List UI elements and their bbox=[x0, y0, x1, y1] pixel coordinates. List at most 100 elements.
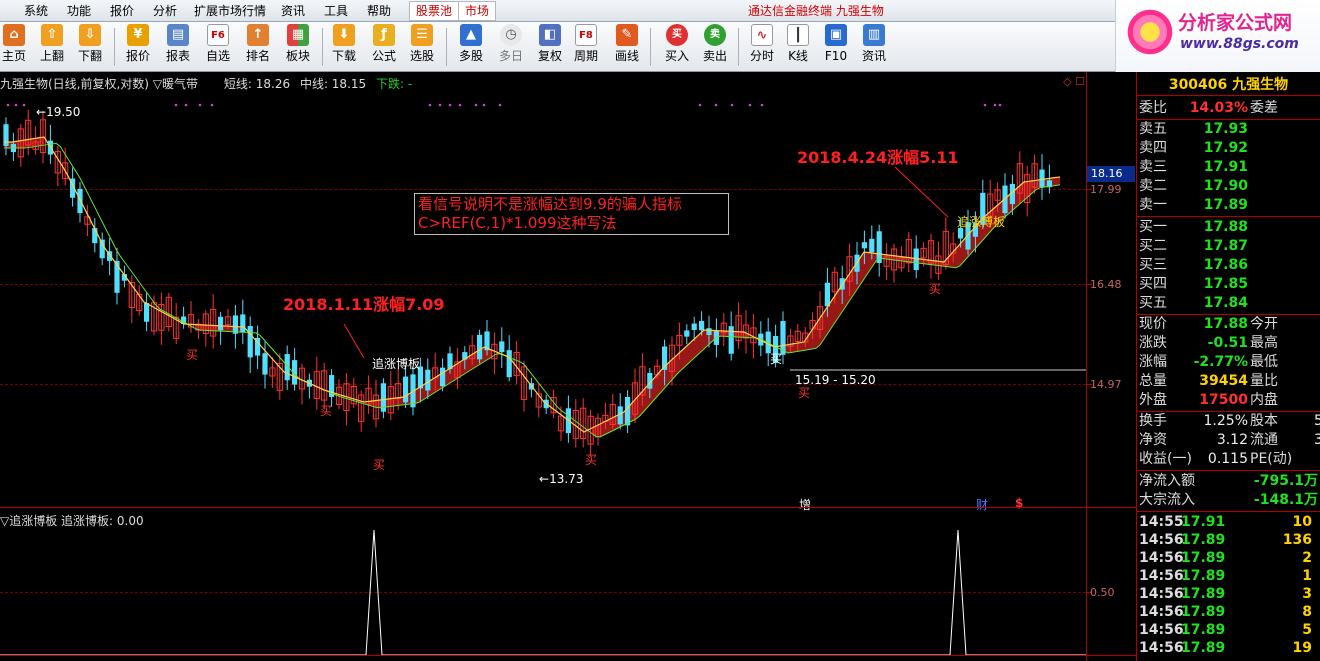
sub-indicator-layer bbox=[0, 529, 1086, 656]
stat-label: 现价 bbox=[1139, 316, 1167, 332]
menu-quote[interactable]: 报价 bbox=[110, 0, 134, 22]
trade-row: 14:56 17.89 1 bbox=[1139, 567, 1320, 586]
intraday-button[interactable]: ∿ 分时 bbox=[742, 24, 782, 68]
stat2-label: 收益(一) bbox=[1139, 451, 1192, 467]
stat-row: 涨跌 -0.51 最高 bbox=[1139, 334, 1320, 353]
multi-stock-button[interactable]: ▲ 多股 bbox=[451, 24, 491, 68]
buy-marker: 买 bbox=[585, 453, 598, 467]
trade-row: 14:56 17.89 136 bbox=[1139, 531, 1320, 550]
trade-price: 17.89 bbox=[1181, 568, 1226, 584]
arrow-down-icon: ⇩ bbox=[79, 24, 101, 46]
candle-body bbox=[77, 188, 83, 214]
toolbar-separator bbox=[114, 28, 115, 66]
candle-body bbox=[262, 353, 268, 375]
f10-button[interactable]: ▣ F10 bbox=[816, 24, 856, 68]
stat-label: 涨跌 bbox=[1139, 335, 1167, 351]
buy-button[interactable]: 买买入 bbox=[657, 24, 697, 68]
trade-time: 14:56 bbox=[1139, 604, 1184, 620]
sector-button[interactable]: ▦ 板块 bbox=[278, 24, 318, 68]
draw-line-button[interactable]: ✎ 画线 bbox=[607, 24, 647, 68]
menu-extended-market[interactable]: 扩展市场行情 bbox=[194, 0, 266, 22]
candle-body bbox=[232, 315, 238, 334]
candle-body bbox=[440, 367, 446, 387]
sell-button[interactable]: 卖卖出 bbox=[695, 24, 735, 68]
menu-news[interactable]: 资讯 bbox=[281, 0, 305, 22]
page-down-button[interactable]: ⇩ 下翻 bbox=[70, 24, 110, 68]
price-axis-line bbox=[1086, 72, 1087, 661]
candle-body bbox=[869, 238, 875, 253]
candle-body bbox=[477, 334, 483, 360]
quote-button[interactable]: ¥ 报价 bbox=[118, 24, 158, 68]
report-button[interactable]: ▤ 报表 bbox=[158, 24, 198, 68]
kline-button[interactable]: ┃ K线 bbox=[778, 24, 818, 68]
stat2-label: 净资 bbox=[1139, 432, 1167, 448]
ask-row: 卖二 17.90 bbox=[1139, 177, 1320, 196]
stock-picker-button[interactable]: ☰ 选股 bbox=[402, 24, 442, 68]
sub-indicator-header[interactable]: ▽追涨博板 追涨博板: 0.00 bbox=[0, 512, 144, 529]
stat2-row: 换手 1.25% 股本 5 bbox=[1139, 412, 1320, 431]
window-title: 通达信金融终端 九强生物 bbox=[748, 4, 884, 18]
page-up-button[interactable]: ⇧ 上翻 bbox=[32, 24, 72, 68]
bid-row: 买五 17.84 bbox=[1139, 294, 1320, 313]
axis-label-low: 14.97 bbox=[1090, 378, 1122, 391]
ask-row: 卖三 17.91 bbox=[1139, 158, 1320, 177]
trade-volume: 5 bbox=[1302, 622, 1312, 638]
trade-price: 17.91 bbox=[1181, 514, 1226, 530]
tab-stock-pool[interactable]: 股票池 bbox=[409, 1, 460, 21]
stat2-extra: 3 bbox=[1314, 432, 1320, 448]
period-button[interactable]: F8 周期 bbox=[566, 24, 606, 68]
indicator-label[interactable]: ▽暖气带 bbox=[153, 77, 198, 91]
adjust-button-label: 复权 bbox=[537, 49, 562, 63]
flow-value: -795.1万 bbox=[1253, 473, 1318, 489]
ranking-button[interactable]: ↑ 排名 bbox=[238, 24, 278, 68]
buy-icon: 买 bbox=[666, 24, 688, 46]
ask-label: 卖五 bbox=[1139, 121, 1167, 137]
down-value: 下跌: - bbox=[375, 77, 413, 91]
menu-analysis[interactable]: 分析 bbox=[153, 0, 177, 22]
watchlist-button[interactable]: F6 自选 bbox=[198, 24, 238, 68]
tab-market[interactable]: 市场 bbox=[458, 1, 497, 21]
trade-price: 17.89 bbox=[1181, 604, 1226, 620]
menu-system[interactable]: 系统 bbox=[24, 0, 48, 22]
trade-row: 14:56 17.89 2 bbox=[1139, 549, 1320, 568]
warm-band-layer bbox=[4, 137, 1060, 437]
financial-report-marker[interactable]: 财 bbox=[976, 496, 988, 513]
trade-volume: 2 bbox=[1302, 550, 1312, 566]
formula-button[interactable]: ƒ 公式 bbox=[364, 24, 404, 68]
candle-body bbox=[824, 282, 830, 307]
stat-row: 涨幅 -2.77% 最低 bbox=[1139, 353, 1320, 372]
signal-dot bbox=[428, 103, 432, 107]
candle-body bbox=[144, 302, 150, 322]
flow-row: 大宗流入 -148.1万 bbox=[1139, 491, 1320, 510]
candle-body bbox=[699, 320, 705, 331]
news-button[interactable]: ▥ 资讯 bbox=[854, 24, 894, 68]
high-price-value: 19.50 bbox=[46, 105, 81, 119]
candle-body bbox=[403, 376, 409, 403]
capital-increase-marker[interactable]: 增 bbox=[799, 496, 812, 513]
multi-day-button[interactable]: ◷ 多日 bbox=[491, 24, 531, 68]
ask-price: 17.92 bbox=[1203, 140, 1248, 156]
buy-marker: 买 bbox=[929, 282, 942, 296]
home-button[interactable]: ⌂ 主页 bbox=[0, 24, 34, 68]
stat-label: 外盘 bbox=[1139, 392, 1167, 408]
high-arrow-icon: ← bbox=[36, 105, 47, 119]
menu-help[interactable]: 帮助 bbox=[367, 0, 391, 22]
high-price-label: ←19.50 bbox=[36, 105, 80, 119]
signal-dot bbox=[448, 103, 452, 107]
sector-icon: ▦ bbox=[287, 24, 309, 46]
sell-button-label: 卖出 bbox=[702, 49, 727, 63]
menu-function[interactable]: 功能 bbox=[67, 0, 91, 22]
candle-body bbox=[240, 314, 246, 333]
bid-price: 17.87 bbox=[1203, 238, 1248, 254]
signal-dot bbox=[983, 103, 987, 107]
picker-icon: ☰ bbox=[411, 24, 433, 46]
signal-dot bbox=[198, 103, 202, 107]
chart-window-controls[interactable]: ◇ ☐ bbox=[1063, 75, 1085, 88]
intraday-button-label: 分时 bbox=[749, 49, 774, 63]
adjust-button[interactable]: ◧ 复权 bbox=[530, 24, 570, 68]
kline-chart-area[interactable]: 17.99 16.48 14.97 0.50 18.16 九强生物(日线,前复权… bbox=[0, 72, 1137, 661]
download-button[interactable]: ⬇ 下载 bbox=[324, 24, 364, 68]
report-button-label: 报表 bbox=[165, 49, 190, 63]
menu-tools[interactable]: 工具 bbox=[324, 0, 348, 22]
brand-logo-panel: 分析家公式网 www.88gs.com bbox=[1115, 0, 1320, 72]
